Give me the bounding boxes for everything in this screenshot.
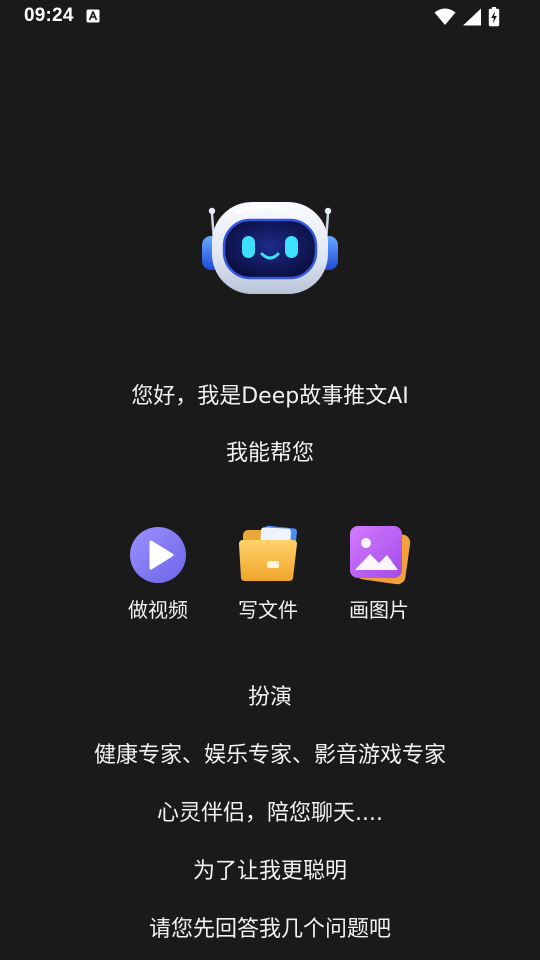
answer-prompt: 请您先回答我几个问题吧 — [148, 917, 391, 942]
write-document-label: 写文件 — [238, 598, 298, 622]
robot-mascot-icon — [202, 202, 338, 294]
play-video-icon — [130, 527, 186, 583]
roleplay-companion: 心灵伴侣，陪您聊天.... — [157, 801, 383, 826]
battery-charging-icon — [488, 7, 500, 27]
write-document-button[interactable]: 写文件 — [213, 522, 323, 623]
greeting-title: 您好，我是Deep故事推文AI — [131, 384, 409, 409]
cell-signal-icon — [463, 8, 481, 26]
draw-image-label: 画图片 — [349, 598, 409, 622]
image-gallery-icon — [350, 526, 411, 585]
status-time: 09:24 — [24, 5, 74, 26]
status-bar: 09:24 — [0, 0, 540, 34]
roleplay-roles: 健康专家、娱乐专家、影音游戏专家 — [93, 743, 446, 768]
make-video-button[interactable]: 做视频 — [103, 522, 213, 623]
text-notification-icon — [86, 9, 100, 23]
draw-image-button[interactable]: 画图片 — [324, 522, 434, 623]
roleplay-heading: 扮演 — [247, 685, 292, 710]
status-icons — [434, 7, 500, 27]
smarter-text: 为了让我更聪明 — [192, 859, 347, 884]
folder-icon — [239, 525, 298, 581]
wifi-icon — [434, 8, 456, 25]
make-video-label: 做视频 — [128, 598, 188, 622]
greeting-subtitle: 我能帮您 — [225, 441, 314, 466]
